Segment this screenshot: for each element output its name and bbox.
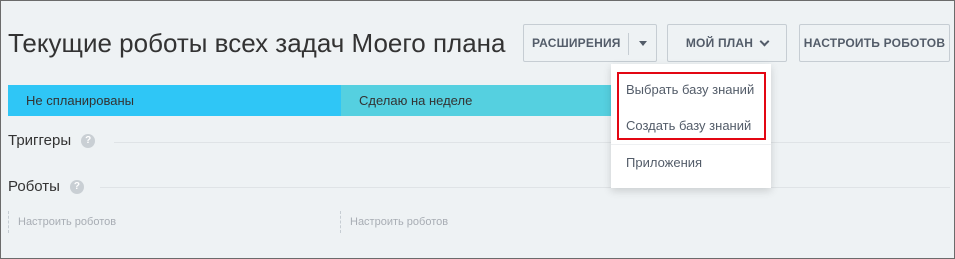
stage-this-week[interactable]: Сделаю на неделе xyxy=(341,85,611,116)
menu-separator xyxy=(611,144,771,145)
stage-label: Сделаю на неделе xyxy=(359,93,473,108)
help-icon[interactable]: ? xyxy=(69,179,84,194)
robots-section-title: Роботы ? xyxy=(8,178,84,195)
menu-item-choose-knowledge-base[interactable]: Выбрать базу знаний xyxy=(626,82,754,97)
chevron-down-icon xyxy=(759,36,770,46)
page-title: Текущие роботы всех задач Моего плана xyxy=(8,28,506,58)
divider xyxy=(114,142,950,143)
extensions-button[interactable]: РАСШИРЕНИЯ xyxy=(523,24,657,62)
menu-item-applications[interactable]: Приложения xyxy=(626,155,702,170)
triggers-section-title: Триггеры ? xyxy=(8,132,96,149)
stage-not-planned[interactable]: Не спланированы xyxy=(8,85,341,116)
configure-robots-link[interactable]: Настроить роботов xyxy=(340,211,448,233)
divider xyxy=(100,187,950,188)
extensions-button-label: РАСШИРЕНИЯ xyxy=(532,36,621,50)
stage-label: Не спланированы xyxy=(26,93,134,108)
extensions-dropdown-toggle[interactable] xyxy=(629,25,657,61)
help-icon[interactable]: ? xyxy=(81,133,96,148)
menu-item-create-knowledge-base[interactable]: Создать базу знаний xyxy=(626,118,751,133)
robots-label: Роботы xyxy=(8,178,60,195)
triggers-label: Триггеры xyxy=(8,132,72,149)
extensions-dropdown-menu: Выбрать базу знаний Создать базу знаний … xyxy=(611,64,771,188)
caret-down-icon xyxy=(639,40,647,46)
configure-robots-button[interactable]: НАСТРОИТЬ РОБОТОВ xyxy=(799,24,950,62)
my-plan-button[interactable]: МОЙ ПЛАН xyxy=(667,24,787,62)
configure-robots-link[interactable]: Настроить роботов xyxy=(8,211,116,233)
my-plan-button-label: МОЙ ПЛАН xyxy=(685,36,754,50)
configure-robots-button-label: НАСТРОИТЬ РОБОТОВ xyxy=(803,36,946,50)
